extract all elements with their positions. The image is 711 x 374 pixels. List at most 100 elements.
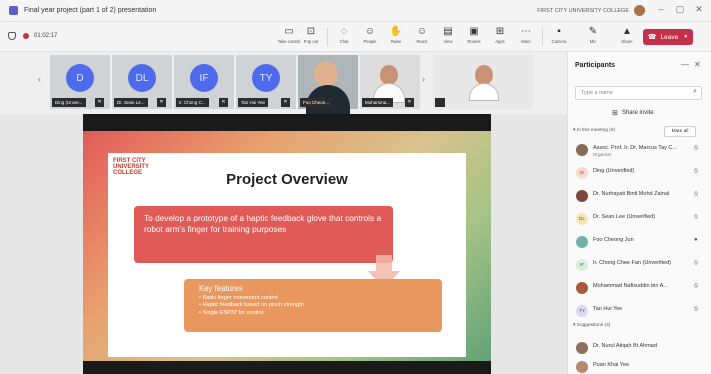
camera-button[interactable]: ▪ Camera — [546, 25, 572, 49]
mic-off-icon: ⦸ — [694, 145, 698, 151]
participant-row[interactable]: D Ding (Unverified) ⦸ — [568, 164, 711, 184]
avatar — [576, 282, 588, 294]
mic-button[interactable]: ✎ Mic — [580, 25, 606, 49]
people-button[interactable]: ☺ People — [357, 25, 383, 49]
pop-out-button[interactable]: ⊡ Pop out — [298, 25, 324, 49]
participant-row[interactable]: Assoc. Prof. Ir. Dr. Marcus Tay C... Org… — [568, 141, 711, 161]
mic-on-icon: ● — [694, 237, 698, 243]
minimize-icon[interactable]: – — [655, 4, 667, 14]
divider — [327, 28, 328, 46]
avatar: IF — [576, 259, 588, 271]
participant-tile[interactable]: DL Dr. Sean Le... ✕ — [112, 55, 172, 109]
more-options-icon[interactable]: ... — [636, 4, 648, 14]
slide-title: Project Overview — [226, 171, 348, 188]
close-window-icon[interactable]: ✕ — [693, 4, 705, 15]
participant-row[interactable]: TY Tan Hui Yee ⦸ — [568, 302, 711, 322]
participant-tile[interactable]: IF Ir. Chong C... ✕ — [174, 55, 234, 109]
chevron-down-icon[interactable]: ▼ — [683, 34, 688, 40]
mic-off-icon: ⦸ — [694, 168, 698, 174]
suggestions-section[interactable]: ▾ Suggestions (4) — [573, 323, 610, 328]
mic-off-icon: ✕ — [219, 98, 228, 107]
rooms-button[interactable]: ▣ Rooms — [461, 25, 487, 49]
strip-next-icon[interactable]: › — [422, 74, 425, 84]
slide-content: FIRST CITY UNIVERSITY COLLEGE Project Ov… — [108, 153, 466, 357]
avatar: DL — [576, 213, 588, 225]
mute-all-button[interactable]: Mute all — [664, 126, 696, 137]
view-button[interactable]: ▤ View — [435, 25, 461, 49]
participant-row[interactable]: Dr. Nurhayati Binti Mohd Zainal ⦸ — [568, 187, 711, 207]
avatar: DL — [128, 64, 156, 92]
participant-row[interactable]: IF Ir. Chong Chee Fan (Unverified) ⦸ — [568, 256, 711, 276]
hand-icon: ✋ — [389, 26, 403, 37]
presentation-slide: FIRST CITY UNIVERSITY COLLEGE Project Ov… — [83, 131, 491, 361]
mic-off-icon: ✕ — [281, 98, 290, 107]
recording-icon — [23, 33, 29, 39]
maximize-icon[interactable]: ▢ — [674, 4, 686, 15]
share-invite-icon: ⊞ — [612, 110, 618, 117]
share-icon: ▲ — [622, 26, 632, 37]
in-meeting-section[interactable]: ▾ In this meeting (9) — [573, 128, 615, 133]
feature-item: • Basic finger movement control — [199, 295, 278, 301]
people-icon: ☺ — [364, 26, 376, 37]
mic-off-icon: ⦸ — [694, 283, 698, 289]
react-button[interactable]: ☺ React — [409, 25, 435, 49]
teams-icon — [9, 6, 18, 15]
avatar: TY — [252, 64, 280, 92]
raise-hand-button[interactable]: ✋ Raise — [383, 25, 409, 49]
features-heading: Key features — [199, 284, 243, 293]
mic-off-icon: ⦸ — [694, 191, 698, 197]
profile-face — [475, 65, 493, 85]
rooms-icon: ▣ — [469, 26, 479, 37]
features-box: Key features • Basic finger movement con… — [184, 279, 442, 332]
feature-item: • Single ESP32 for control — [199, 309, 264, 316]
feature-item: • Haptic feedback based on pinch strengt… — [199, 302, 304, 309]
avatar — [576, 236, 588, 248]
title-bar: Final year project (part 1 of 2) present… — [0, 0, 711, 22]
share-button[interactable]: ▲ Share — [614, 25, 640, 49]
close-icon[interactable]: ✕ — [694, 60, 701, 69]
search-input[interactable]: Type a name ⌕ — [575, 86, 702, 100]
participant-tile[interactable]: TY Tan Hui Yee ✕ — [236, 55, 296, 109]
chat-button[interactable]: ◌ Chat — [331, 25, 357, 49]
tile-name: Dr. Sean Le... — [114, 98, 148, 107]
strip-prev-icon[interactable]: ‹ — [38, 74, 41, 84]
goal-box: To develop a prototype of a haptic feedb… — [134, 206, 393, 263]
leave-button[interactable]: ☎ Leave ▼ — [643, 29, 693, 45]
avatar — [576, 144, 588, 156]
participant-row[interactable]: Foo Cheong Jun ● — [568, 233, 711, 253]
window-title: Final year project (part 1 of 2) present… — [24, 7, 157, 14]
participant-video-tile[interactable] — [433, 55, 533, 109]
tile-name: Ding (Unver... — [52, 98, 86, 107]
participant-tile[interactable]: D Ding (Unver... ✕ — [50, 55, 110, 109]
pop-out-icon: ⊡ — [306, 26, 316, 37]
search-icon: ⌕ — [693, 88, 697, 95]
tile-name: Foo Cheon... — [300, 98, 333, 107]
participant-row[interactable]: DL Dr. Sean Lee (Unverified) ⦸ — [568, 210, 711, 230]
emoji-icon: ☺ — [416, 26, 428, 37]
ellipsis-icon: ⋯ — [521, 26, 531, 37]
shared-screen: FIRST CITY UNIVERSITY COLLEGE Project Ov… — [83, 114, 491, 374]
mic-off-icon: ⦸ — [694, 214, 698, 220]
panel-title: Participants — [575, 62, 616, 69]
participant-video-tile[interactable]: Mohamma... ✕ — [360, 55, 420, 109]
tile-name: Ir. Chong C... — [176, 98, 209, 107]
participant-video-tile[interactable]: Foo Cheon... — [298, 55, 358, 115]
suggestion-row[interactable]: Dr. Nurul Atiqah Bt Ahmad — [568, 339, 711, 359]
leave-label: Leave — [660, 33, 679, 41]
share-invite-button[interactable]: ⊞ Share invite — [612, 109, 654, 117]
organization-name: FIRST CITY UNIVERSITY COLLEGE — [537, 7, 629, 14]
phone-hangup-icon: ☎ — [647, 34, 657, 41]
tile-name — [435, 98, 445, 107]
mic-off-icon: ⦸ — [694, 260, 698, 266]
meeting-toolbar: 01:02:17 ▭ Take control ⊡ Pop out ◌ Chat ☺ P… — [0, 22, 711, 52]
participant-row[interactable]: Mohammad Nafisuddin bin A... ⦸ — [568, 279, 711, 299]
more-button[interactable]: ⋯ More — [513, 25, 539, 49]
collapse-icon[interactable]: — — [681, 60, 689, 69]
avatar — [576, 361, 588, 373]
meeting-stage: ‹ › D Ding (Unver... ✕ DL Dr. Sean Le...… — [0, 52, 567, 374]
meeting-timer: 01:02:17 — [8, 32, 57, 40]
apps-button[interactable]: ⊞ Apps — [487, 25, 513, 49]
mic-off-icon: ✕ — [95, 98, 104, 107]
suggestion-row[interactable]: Puan Khai Yee — [568, 358, 711, 374]
avatar: IF — [190, 64, 218, 92]
